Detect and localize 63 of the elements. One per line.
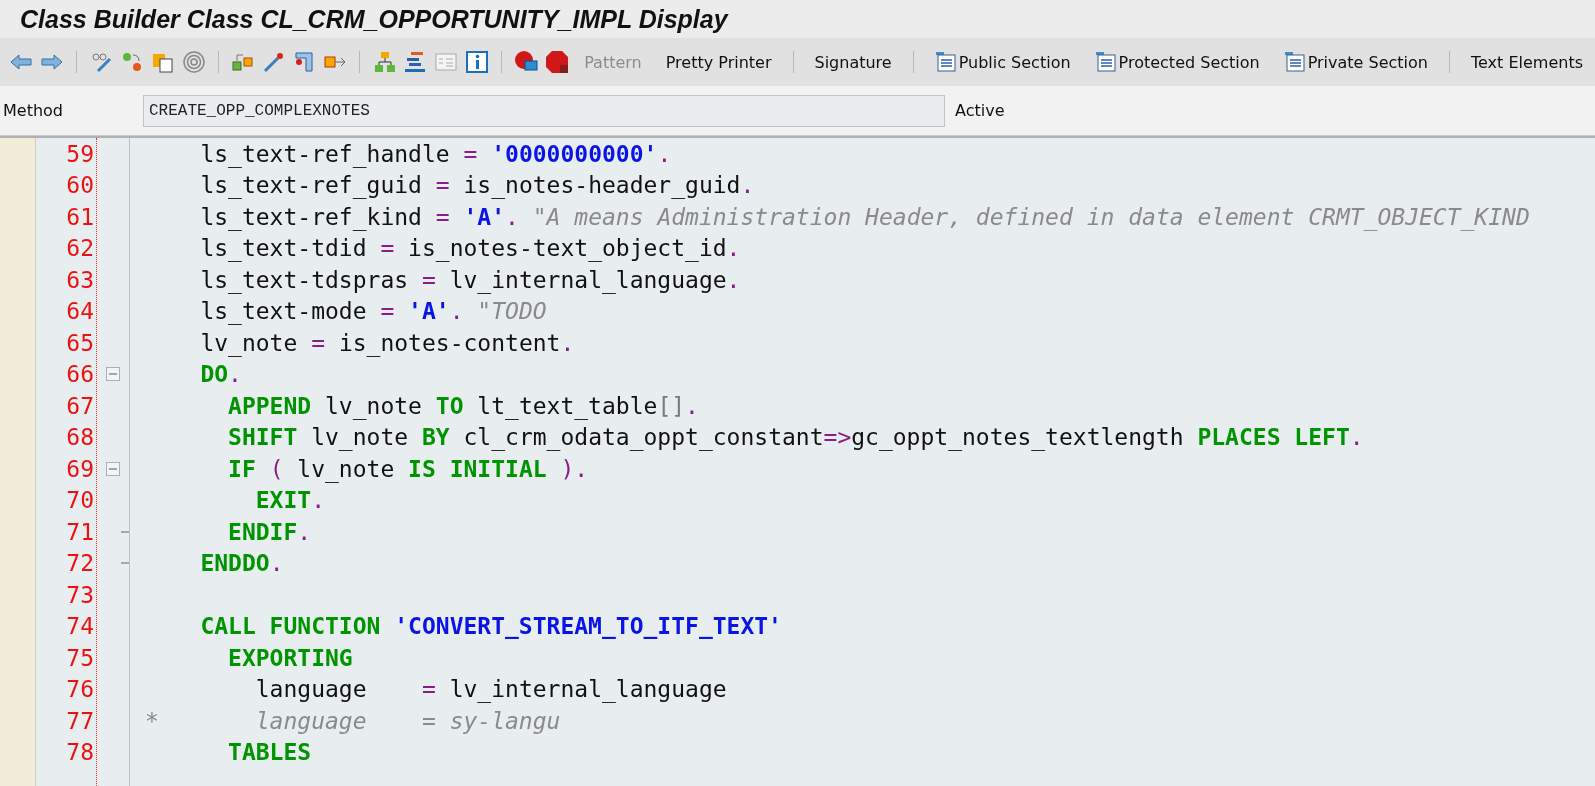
stacked-bars-icon[interactable] xyxy=(403,50,428,74)
line-number: 75 xyxy=(66,644,94,671)
stop-sign-icon[interactable] xyxy=(544,50,569,74)
code-line: DO. xyxy=(199,361,242,388)
method-field[interactable]: CREATE_OPP_COMPLEXNOTES xyxy=(143,94,945,127)
code-line: ls_text-mode = 'A'. "TODO xyxy=(199,298,547,325)
line-number: 69 xyxy=(66,455,94,482)
wand-icon[interactable] xyxy=(261,50,286,74)
section-button[interactable]: Public Section xyxy=(928,47,1077,77)
glasses-pencil-icon[interactable] xyxy=(89,50,114,74)
code-line: language = lv_internal_language xyxy=(254,676,727,703)
window-title: Class Builder Class CL_CRM_OPPORTUNITY_IMPL Display xyxy=(20,4,728,34)
line-number: 66 xyxy=(66,361,94,388)
line-number: 78 xyxy=(66,739,94,766)
line-number: 63 xyxy=(66,266,94,293)
line-number: 76 xyxy=(66,676,94,703)
code-line: IF ( lv_note IS INITIAL ). xyxy=(227,455,589,482)
code-line: TABLES xyxy=(227,739,312,766)
code-line: ls_text-tdspras = lv_internal_language. xyxy=(199,266,741,293)
document-lines-icon xyxy=(934,51,957,73)
code-line: EXIT. xyxy=(254,487,326,514)
line-number: 65 xyxy=(66,329,94,356)
line-number: 71 xyxy=(66,518,94,545)
code-line: SHIFT lv_note BY cl_crm_odata_oppt_constant=>gc_oppt_notes_textlength PLACES LEFT. xyxy=(227,424,1364,451)
line-number: 64 xyxy=(66,298,94,325)
line-number: 72 xyxy=(66,550,94,577)
line-number: 60 xyxy=(66,172,94,199)
code-line: ls_text-ref_kind = 'A'. "A means Administration Header, defined in data element CRMT_OBJECT_KIND xyxy=(199,203,1530,230)
spiral-icon[interactable] xyxy=(181,50,206,74)
section-button[interactable]: Private Section xyxy=(1277,47,1434,77)
line-number: 67 xyxy=(66,392,94,419)
line-number: 74 xyxy=(66,613,94,640)
code-line: ls_text-ref_guid = is_notes-header_guid. xyxy=(199,172,755,199)
code-line: ENDIF. xyxy=(227,518,312,545)
code-line: ls_text-tdid = is_notes-text_object_id. xyxy=(199,235,741,262)
line-number: 77 xyxy=(66,707,94,734)
stop-monitor-icon[interactable] xyxy=(514,50,539,74)
code-line: EXPORTING xyxy=(227,644,353,671)
hierarchy-icon[interactable] xyxy=(372,50,397,74)
line-number: 59 xyxy=(66,140,94,167)
code-line: APPEND lv_note TO lt_text_table[]. xyxy=(227,392,699,419)
collapse-icon[interactable] xyxy=(106,367,120,382)
info-icon[interactable] xyxy=(464,50,489,74)
line-number: 70 xyxy=(66,487,94,514)
list-window-icon[interactable] xyxy=(433,50,458,74)
collapse-icon[interactable] xyxy=(106,461,120,476)
toolbar-button[interactable]: Signature xyxy=(808,48,898,76)
code-line: ls_text-ref_handle = '0000000000'. xyxy=(199,140,672,167)
line-number: 68 xyxy=(66,424,94,451)
code-line: ENDDO. xyxy=(199,550,284,577)
toolbar-button[interactable]: Pretty Printer xyxy=(659,48,778,76)
document-lines-icon xyxy=(1094,51,1117,73)
section-button[interactable]: Protected Section xyxy=(1088,47,1266,77)
code-line: lv_note = is_notes-content. xyxy=(199,329,575,356)
method-label: Method xyxy=(2,101,64,120)
code-line: * language = sy-langu xyxy=(145,707,561,734)
toolbar-button[interactable]: Text Elements xyxy=(1464,48,1589,76)
line-number: 73 xyxy=(66,581,94,608)
line-number: 61 xyxy=(66,203,94,230)
code-line: CALL FUNCTION 'CONVERT_STREAM_TO_ITF_TEXT' xyxy=(199,613,782,640)
status-text: Active xyxy=(955,101,1005,120)
document-lines-icon xyxy=(1283,51,1306,73)
line-number: 62 xyxy=(66,235,94,262)
